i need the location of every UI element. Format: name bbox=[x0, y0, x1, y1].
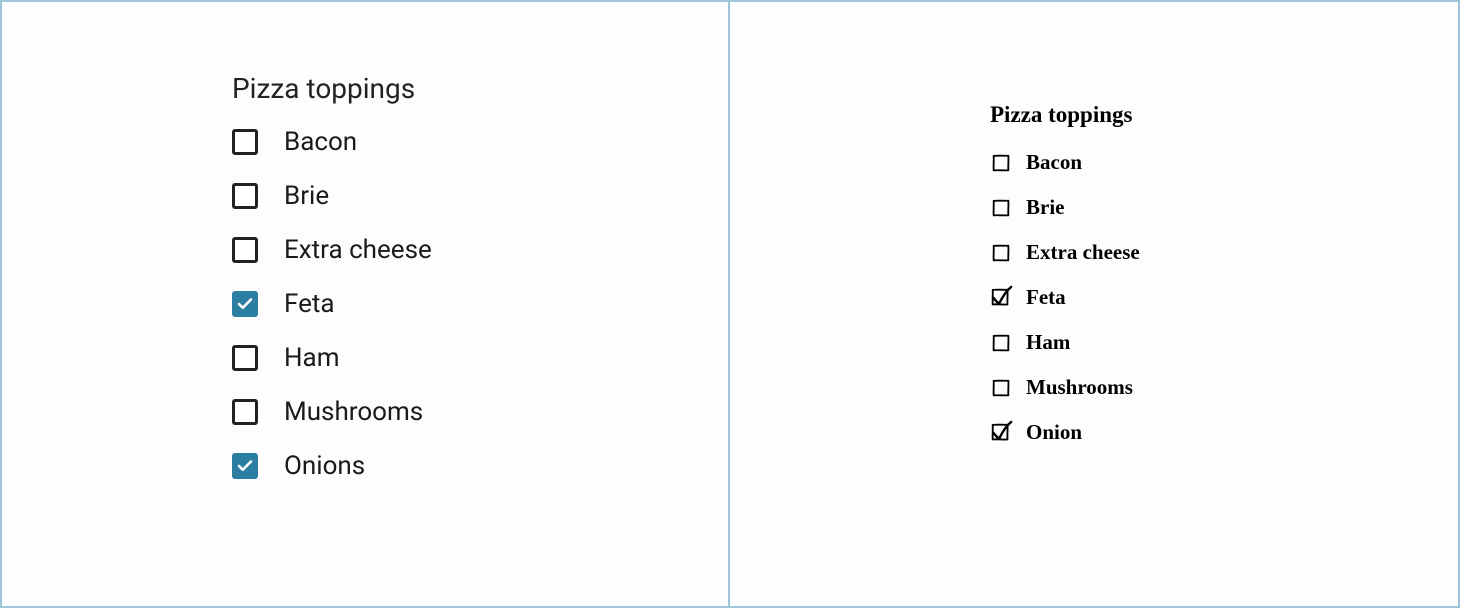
checkbox-item-ham[interactable]: Ham bbox=[990, 330, 1140, 355]
checkbox-item-feta[interactable]: Feta bbox=[990, 285, 1140, 310]
checkbox-label: Brie bbox=[284, 181, 329, 211]
checkbox-label: Mushrooms bbox=[284, 397, 423, 427]
checkbox-icon bbox=[990, 197, 1012, 219]
checkbox-icon bbox=[232, 129, 258, 155]
checkbox-label: Brie bbox=[1026, 195, 1064, 220]
checkbox-label: Ham bbox=[1026, 330, 1070, 355]
checkbox-icon bbox=[990, 287, 1012, 309]
checkbox-item-bacon[interactable]: Bacon bbox=[990, 150, 1140, 175]
checkbox-icon bbox=[990, 377, 1012, 399]
checkbox-item-mushrooms[interactable]: Mushrooms bbox=[990, 375, 1140, 400]
checkbox-label: Feta bbox=[1026, 285, 1066, 310]
checkmark-icon bbox=[236, 295, 254, 313]
checkbox-label: Onion bbox=[1026, 420, 1082, 445]
panel-sketch: Pizza toppings Bacon Brie Extra cheese F… bbox=[730, 2, 1458, 606]
checkbox-icon bbox=[232, 237, 258, 263]
group-title: Pizza toppings bbox=[990, 102, 1140, 128]
group-title: Pizza toppings bbox=[232, 72, 432, 105]
checkbox-group-sketch: Pizza toppings Bacon Brie Extra cheese F… bbox=[990, 102, 1140, 465]
checkbox-icon bbox=[232, 345, 258, 371]
checkbox-label: Ham bbox=[284, 343, 340, 373]
checkbox-label: Mushrooms bbox=[1026, 375, 1133, 400]
checkbox-label: Extra cheese bbox=[284, 235, 432, 265]
panel-material: Pizza toppings Bacon Brie Extra cheese bbox=[2, 2, 730, 606]
checkbox-icon bbox=[990, 152, 1012, 174]
checkbox-label: Extra cheese bbox=[1026, 240, 1140, 265]
checkbox-item-bacon[interactable]: Bacon bbox=[232, 127, 432, 157]
checkbox-icon bbox=[232, 291, 258, 317]
checkbox-item-onion[interactable]: Onion bbox=[990, 420, 1140, 445]
checkbox-item-brie[interactable]: Brie bbox=[232, 181, 432, 211]
checkbox-item-extra-cheese[interactable]: Extra cheese bbox=[990, 240, 1140, 265]
checkbox-icon bbox=[232, 453, 258, 479]
checkbox-icon bbox=[990, 332, 1012, 354]
checkmark-icon bbox=[236, 457, 254, 475]
checkbox-label: Onions bbox=[284, 451, 365, 481]
checkbox-icon bbox=[990, 422, 1012, 444]
checkbox-item-onions[interactable]: Onions bbox=[232, 451, 432, 481]
checkbox-item-brie[interactable]: Brie bbox=[990, 195, 1140, 220]
checkbox-item-extra-cheese[interactable]: Extra cheese bbox=[232, 235, 432, 265]
checkbox-label: Bacon bbox=[1026, 150, 1082, 175]
checkbox-item-feta[interactable]: Feta bbox=[232, 289, 432, 319]
checkbox-icon bbox=[232, 399, 258, 425]
checkbox-icon bbox=[232, 183, 258, 209]
comparison-container: Pizza toppings Bacon Brie Extra cheese bbox=[0, 0, 1460, 608]
checkbox-label: Bacon bbox=[284, 127, 357, 157]
checkbox-item-ham[interactable]: Ham bbox=[232, 343, 432, 373]
checkbox-group-material: Pizza toppings Bacon Brie Extra cheese bbox=[232, 72, 432, 505]
checkbox-item-mushrooms[interactable]: Mushrooms bbox=[232, 397, 432, 427]
checkbox-icon bbox=[990, 242, 1012, 264]
checkbox-label: Feta bbox=[284, 289, 335, 319]
